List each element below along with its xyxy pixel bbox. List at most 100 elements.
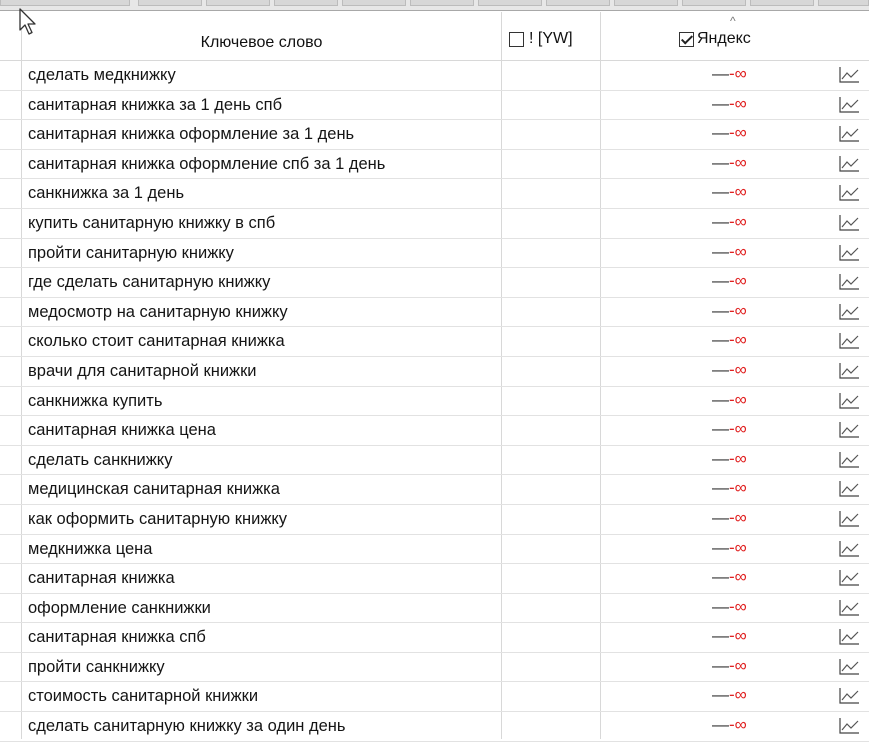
table-row[interactable]: сделать медкнижку —-∞	[0, 61, 869, 91]
table-row[interactable]: медкнижка цена —-∞	[0, 535, 869, 565]
chart-line-icon[interactable]	[838, 214, 860, 232]
chart-line-icon[interactable]	[838, 658, 860, 676]
toolbar-segment[interactable]	[818, 0, 869, 6]
value-dash: —	[712, 626, 729, 646]
value-infinity: -∞	[729, 478, 747, 498]
chart-line-icon[interactable]	[838, 628, 860, 646]
value-dash: —	[712, 655, 729, 675]
chart-line-icon[interactable]	[838, 244, 860, 262]
chart-line-icon[interactable]	[838, 332, 860, 350]
yandex-value-cell: —-∞	[712, 626, 747, 646]
table-row[interactable]: сделать санкнижку —-∞	[0, 446, 869, 476]
table-row[interactable]: где сделать санитарную книжку —-∞	[0, 268, 869, 298]
table-row[interactable]: сколько стоит санитарная книжка —-∞	[0, 327, 869, 357]
table-body: сделать медкнижку —-∞ санитарная книжка за…	[0, 61, 869, 742]
keyword-cell: санитарная книжка оформление спб за 1 де…	[28, 154, 386, 173]
yw-checkbox[interactable]	[509, 31, 524, 47]
toolbar-segment[interactable]	[750, 0, 814, 6]
table-row[interactable]: оформление санкнижки —-∞	[0, 594, 869, 624]
chart-line-icon[interactable]	[838, 155, 860, 173]
chart-line-icon[interactable]	[838, 392, 860, 410]
chart-line-icon[interactable]	[838, 599, 860, 617]
value-infinity: -∞	[729, 715, 747, 735]
keyword-cell: санитарная книжка	[28, 569, 175, 588]
keyword-cell: врачи для санитарной книжки	[28, 361, 257, 380]
chart-line-icon[interactable]	[838, 717, 860, 735]
table-row[interactable]: медицинская санитарная книжка —-∞	[0, 475, 869, 505]
keyword-cell: медосмотр на санитарную книжку	[28, 302, 288, 321]
yandex-value-cell: —-∞	[712, 242, 747, 262]
yandex-value-cell: —-∞	[712, 715, 747, 735]
chart-line-icon[interactable]	[838, 421, 860, 439]
keyword-cell: стоимость санитарной книжки	[28, 687, 259, 706]
chart-line-icon[interactable]	[838, 569, 860, 587]
yandex-value-cell: —-∞	[712, 419, 747, 439]
value-dash: —	[712, 685, 729, 705]
value-infinity: -∞	[729, 685, 747, 705]
value-dash: —	[712, 478, 729, 498]
value-infinity: -∞	[729, 271, 747, 291]
value-dash: —	[712, 271, 729, 291]
table-row[interactable]: медосмотр на санитарную книжку —-∞	[0, 298, 869, 328]
table-row[interactable]: как оформить санитарную книжку —-∞	[0, 505, 869, 535]
keyword-cell: пройти санитарную книжку	[28, 243, 234, 262]
toolbar-segment[interactable]	[614, 0, 678, 6]
table-row[interactable]: врачи для санитарной книжки —-∞	[0, 357, 869, 387]
table-row[interactable]: санитарная книжка оформление за 1 день —-…	[0, 120, 869, 150]
table-row[interactable]: пройти санитарную книжку —-∞	[0, 239, 869, 269]
column-header-yw[interactable]: ! [YW]	[509, 30, 573, 48]
chart-line-icon[interactable]	[838, 303, 860, 321]
table-row[interactable]: санитарная книжка —-∞	[0, 564, 869, 594]
toolbar-segment[interactable]	[0, 0, 130, 6]
table-row[interactable]: стоимость санитарной книжки —-∞	[0, 682, 869, 713]
toolbar-segment[interactable]	[342, 0, 406, 6]
value-infinity: -∞	[729, 537, 747, 557]
yandex-checkbox[interactable]	[679, 31, 694, 47]
table-row[interactable]: санитарная книжка спб —-∞	[0, 623, 869, 653]
table-row[interactable]: санитарная книжка цена —-∞	[0, 416, 869, 446]
chart-line-icon[interactable]	[838, 510, 860, 528]
toolbar-segment[interactable]	[138, 0, 202, 6]
table-row[interactable]: санкнижка купить —-∞	[0, 387, 869, 417]
chart-line-icon[interactable]	[838, 66, 860, 84]
value-dash: —	[712, 359, 729, 379]
chart-line-icon[interactable]	[838, 480, 860, 498]
chart-line-icon[interactable]	[838, 273, 860, 291]
toolbar-segment[interactable]	[410, 0, 474, 6]
yandex-value-cell: —-∞	[712, 567, 747, 587]
chart-line-icon[interactable]	[838, 362, 860, 380]
keyword-cell: купить санитарную книжку в спб	[28, 213, 276, 232]
yandex-value-cell: —-∞	[712, 94, 747, 114]
keyword-cell: санитарная книжка цена	[28, 421, 216, 440]
yandex-value-cell: —-∞	[712, 508, 747, 528]
yandex-value-cell: —-∞	[712, 390, 747, 410]
value-infinity: -∞	[729, 93, 747, 113]
yandex-value-cell: —-∞	[712, 301, 747, 321]
chart-line-icon[interactable]	[838, 687, 860, 705]
column-header-keyword[interactable]: Ключевое слово	[22, 34, 501, 52]
toolbar-segment[interactable]	[206, 0, 270, 6]
table-row[interactable]: сделать санитарную книжку за один день —-…	[0, 712, 869, 742]
value-dash: —	[712, 241, 729, 261]
table-row[interactable]: пройти санкнижку —-∞	[0, 653, 869, 683]
table-row[interactable]: санитарная книжка за 1 день спб —-∞	[0, 91, 869, 121]
chart-line-icon[interactable]	[838, 125, 860, 143]
keyword-cell: сколько стоит санитарная книжка	[28, 332, 285, 351]
value-infinity: -∞	[729, 655, 747, 675]
table-row[interactable]: купить санитарную книжку в спб —-∞	[0, 209, 869, 239]
chart-line-icon[interactable]	[838, 451, 860, 469]
chart-line-icon[interactable]	[838, 96, 860, 114]
value-dash: —	[712, 507, 729, 527]
toolbar-segment[interactable]	[478, 0, 542, 6]
column-header-yandex[interactable]: Яндекс	[679, 30, 751, 48]
toolbar-segment[interactable]	[274, 0, 338, 6]
keyword-cell: медицинская санитарная книжка	[28, 480, 280, 499]
value-infinity: -∞	[729, 507, 747, 527]
toolbar-segment[interactable]	[546, 0, 610, 6]
table-row[interactable]: санитарная книжка оформление спб за 1 де…	[0, 150, 869, 180]
toolbar-segment[interactable]	[682, 0, 746, 6]
yandex-value-cell: —-∞	[712, 478, 747, 498]
table-row[interactable]: санкнижка за 1 день —-∞	[0, 179, 869, 209]
chart-line-icon[interactable]	[838, 184, 860, 202]
chart-line-icon[interactable]	[838, 540, 860, 558]
